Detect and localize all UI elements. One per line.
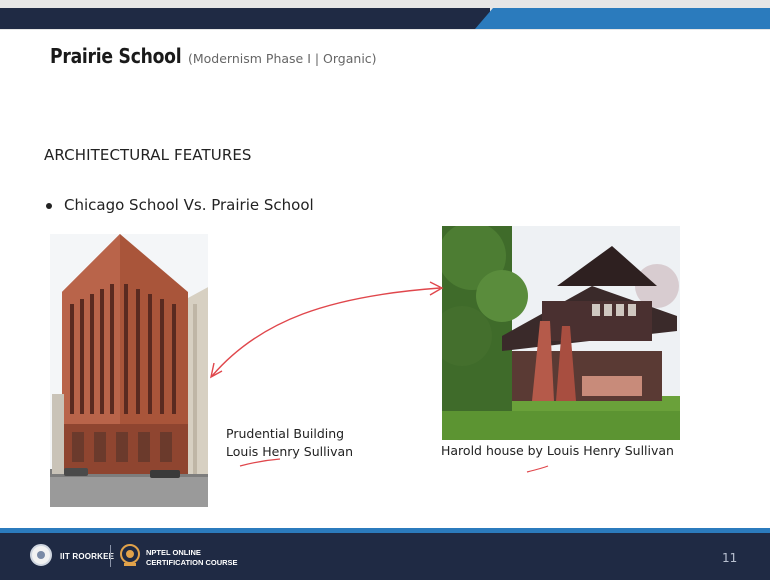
bullet-dot: [46, 202, 52, 209]
bullet-text: Chicago School Vs. Prairie School: [64, 196, 314, 214]
nptel-logo-icon: [120, 544, 140, 566]
footer-course-line2: CERTIFICATION COURSE: [146, 558, 238, 567]
annotation-arrowhead-right: [429, 281, 444, 296]
section-heading: ARCHITECTURAL FEATURES: [44, 146, 252, 164]
page-number: 11: [722, 551, 738, 565]
slide-subtitle: (Modernism Phase I | Organic): [188, 51, 377, 66]
header-band-accent: [475, 8, 770, 29]
prudential-caption-line2: Louis Henry Sullivan: [226, 444, 354, 459]
slide-title: Prairie School: [50, 44, 182, 68]
footer-institute: IIT ROORKEE: [60, 552, 115, 561]
harold-house-photo: [442, 226, 680, 440]
footer-bar: [0, 533, 770, 580]
iit-roorkee-logo-icon: [30, 544, 52, 566]
bullet-item: Chicago School Vs. Prairie School: [44, 196, 314, 214]
prudential-caption-line1: Prudential Building: [226, 426, 345, 441]
footer-course-line1: NPTEL ONLINE: [146, 548, 201, 557]
harold-caption: Harold house by Louis Henry Sullivan: [441, 443, 674, 458]
slide-title-group: Prairie School (Modernism Phase I | Orga…: [50, 44, 377, 68]
header-band-dark: [0, 8, 490, 29]
annotation-arrow-curve: [211, 287, 441, 377]
prudential-building-photo: [50, 234, 208, 507]
prudential-caption: Prudential Building Louis Henry Sullivan: [226, 425, 353, 461]
annotation-underline-harold: [526, 465, 549, 473]
footer-course: NPTEL ONLINE CERTIFICATION COURSE: [146, 548, 238, 568]
annotation-arrowhead-left: [209, 362, 223, 379]
footer-separator: [110, 545, 111, 567]
